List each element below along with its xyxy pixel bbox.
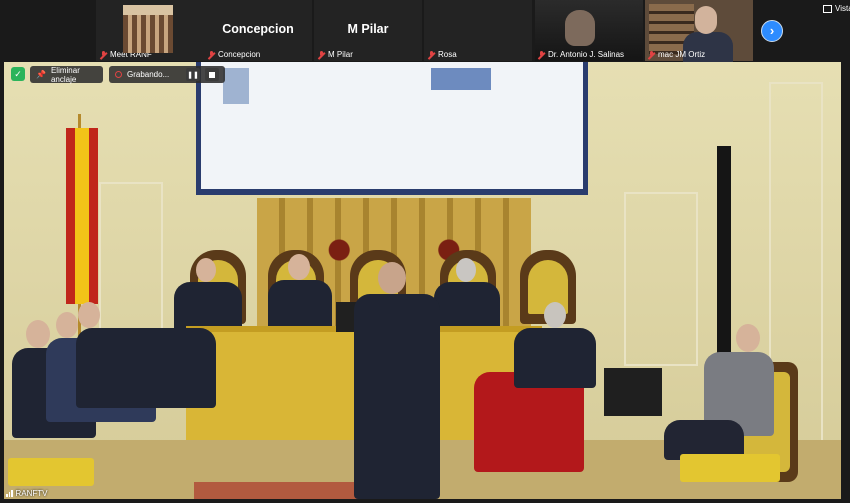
projection-screen <box>196 62 588 195</box>
active-speaker-label: RANFTV <box>6 489 48 498</box>
recording-icon <box>115 71 122 78</box>
recording-indicator: Grabando... ❚❚ <box>109 66 225 83</box>
participant-video-building <box>123 5 173 53</box>
spanish-flag <box>66 128 98 304</box>
participant-label: M Pilar <box>318 50 353 59</box>
mic-muted-icon <box>100 50 107 59</box>
mic-muted-icon <box>648 50 655 59</box>
mic-muted-icon <box>538 50 545 59</box>
participant-tile-concepcion[interactable]: Concepcion Concepcion <box>204 0 312 61</box>
mic-muted-icon <box>208 50 215 59</box>
recording-label: Grabando... <box>127 70 170 79</box>
wall-panel <box>624 192 698 366</box>
participant-tile-salinas[interactable]: Dr. Antonio J. Salinas <box>535 0 643 61</box>
main-video <box>4 62 841 499</box>
participant-tile-rosa[interactable]: Rosa <box>424 0 532 61</box>
participant-label: Dr. Antonio J. Salinas <box>538 50 624 59</box>
slide-image <box>223 68 249 104</box>
slide-image <box>431 68 491 90</box>
unpin-button[interactable]: 📌 Eliminar anclaje <box>30 66 103 84</box>
participant-tile-m-pilar[interactable]: M Pilar M Pilar <box>314 0 422 61</box>
speaker-box <box>604 368 662 416</box>
yellow-seat <box>680 454 780 482</box>
signal-bars-icon <box>6 490 13 497</box>
participant-strip: Meet RANF Concepcion Concepcion M Pilar … <box>0 0 850 62</box>
grid-view-icon <box>823 4 832 13</box>
participant-tile-jm-ortiz[interactable]: mac JM Ortiz <box>645 0 753 62</box>
participant-display-name: Concepcion <box>222 22 294 36</box>
stop-icon <box>209 71 215 78</box>
participant-label: mac JM Ortiz <box>648 50 705 59</box>
mic-muted-icon <box>428 50 435 59</box>
participant-face <box>695 6 717 34</box>
stop-recording-button[interactable] <box>205 68 219 81</box>
participant-video <box>565 10 595 46</box>
speaker-name: RANFTV <box>15 489 48 498</box>
yellow-seat <box>8 458 94 486</box>
shield-check-icon[interactable]: ✓ <box>11 67 25 81</box>
pause-recording-button[interactable]: ❚❚ <box>186 68 200 81</box>
chevron-right-icon[interactable]: › <box>761 20 783 42</box>
mic-muted-icon <box>318 50 325 59</box>
participant-label: Rosa <box>428 50 457 59</box>
participant-display-name: M Pilar <box>347 22 389 36</box>
projected-slide <box>201 62 583 189</box>
pin-icon: 📌 <box>36 70 46 79</box>
participant-label: Concepcion <box>208 50 260 59</box>
view-button[interactable]: Vista <box>823 4 850 13</box>
